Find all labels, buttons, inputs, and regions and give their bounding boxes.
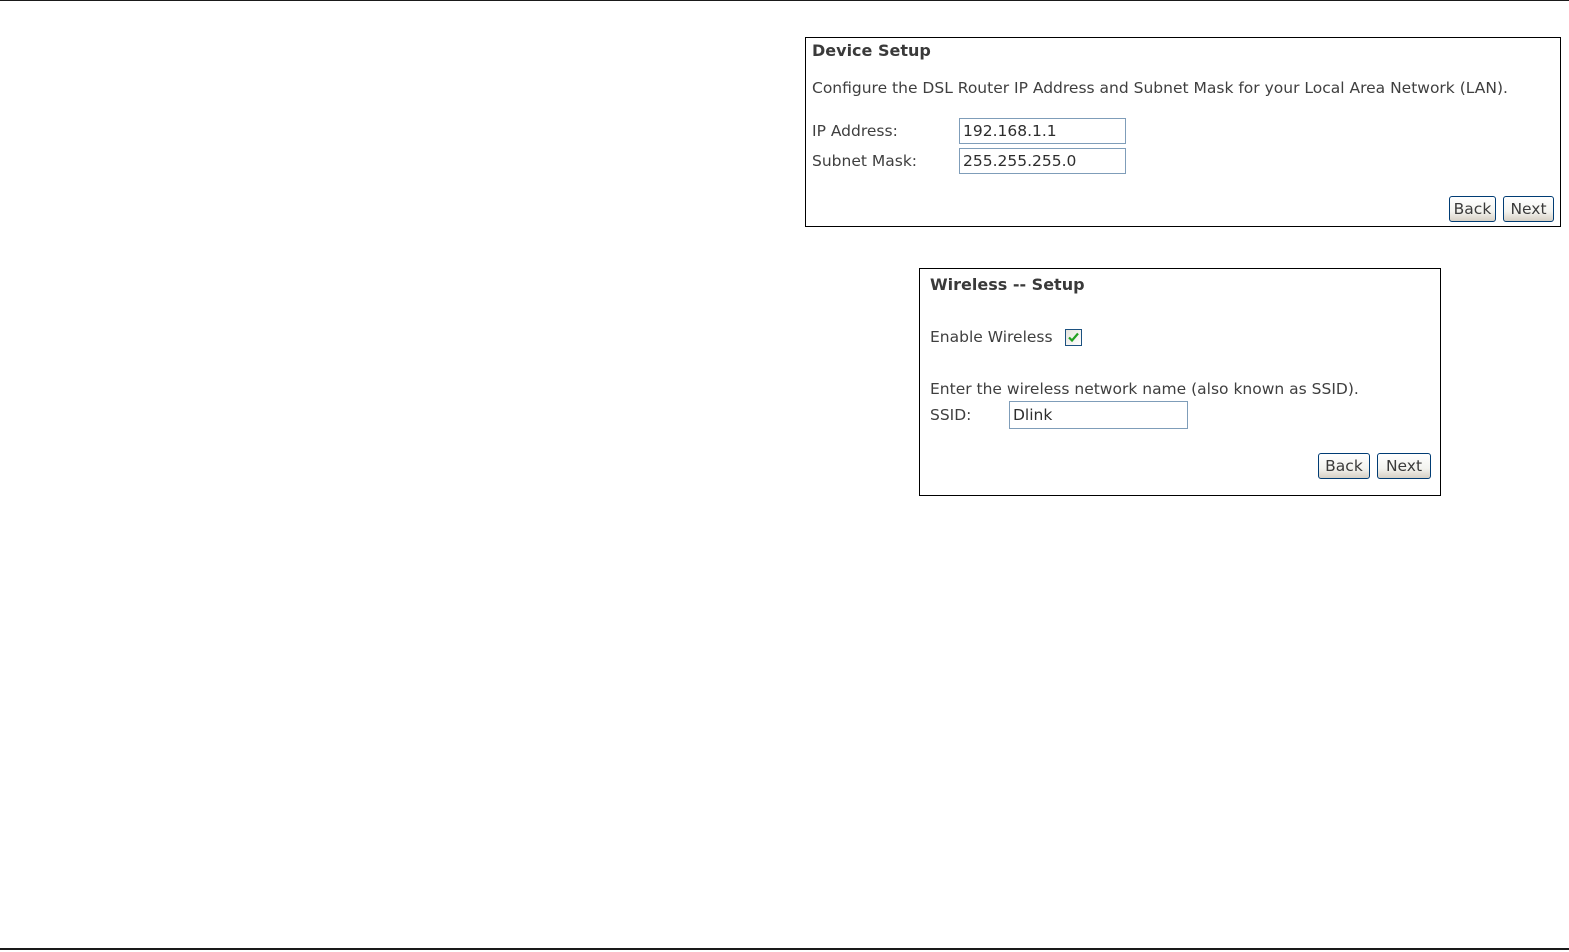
device-setup-description: Configure the DSL Router IP Address and … bbox=[812, 79, 1508, 97]
subnet-mask-label: Subnet Mask: bbox=[812, 152, 918, 170]
ip-address-label: IP Address: bbox=[812, 122, 898, 140]
ssid-input[interactable] bbox=[1009, 401, 1188, 429]
device-next-button[interactable]: Next bbox=[1503, 196, 1554, 222]
wireless-next-button[interactable]: Next bbox=[1377, 453, 1431, 479]
device-setup-panel: Device Setup Configure the DSL Router IP… bbox=[805, 37, 1561, 227]
device-back-button[interactable]: Back bbox=[1449, 196, 1496, 222]
bottom-divider bbox=[0, 948, 1569, 950]
wireless-setup-title: Wireless -- Setup bbox=[930, 275, 1085, 294]
enable-wireless-label: Enable Wireless bbox=[930, 328, 1053, 346]
checkmark-icon bbox=[1068, 332, 1079, 343]
wireless-back-button[interactable]: Back bbox=[1318, 453, 1370, 479]
device-setup-title: Device Setup bbox=[812, 41, 931, 60]
wireless-setup-panel: Wireless -- Setup Enable Wireless Enter … bbox=[919, 268, 1441, 496]
enable-wireless-checkbox[interactable] bbox=[1065, 329, 1082, 346]
top-divider bbox=[0, 0, 1569, 1]
ssid-label: SSID: bbox=[930, 406, 972, 424]
ssid-prompt: Enter the wireless network name (also kn… bbox=[930, 380, 1359, 398]
subnet-mask-input[interactable] bbox=[959, 148, 1126, 174]
ip-address-input[interactable] bbox=[959, 118, 1126, 144]
